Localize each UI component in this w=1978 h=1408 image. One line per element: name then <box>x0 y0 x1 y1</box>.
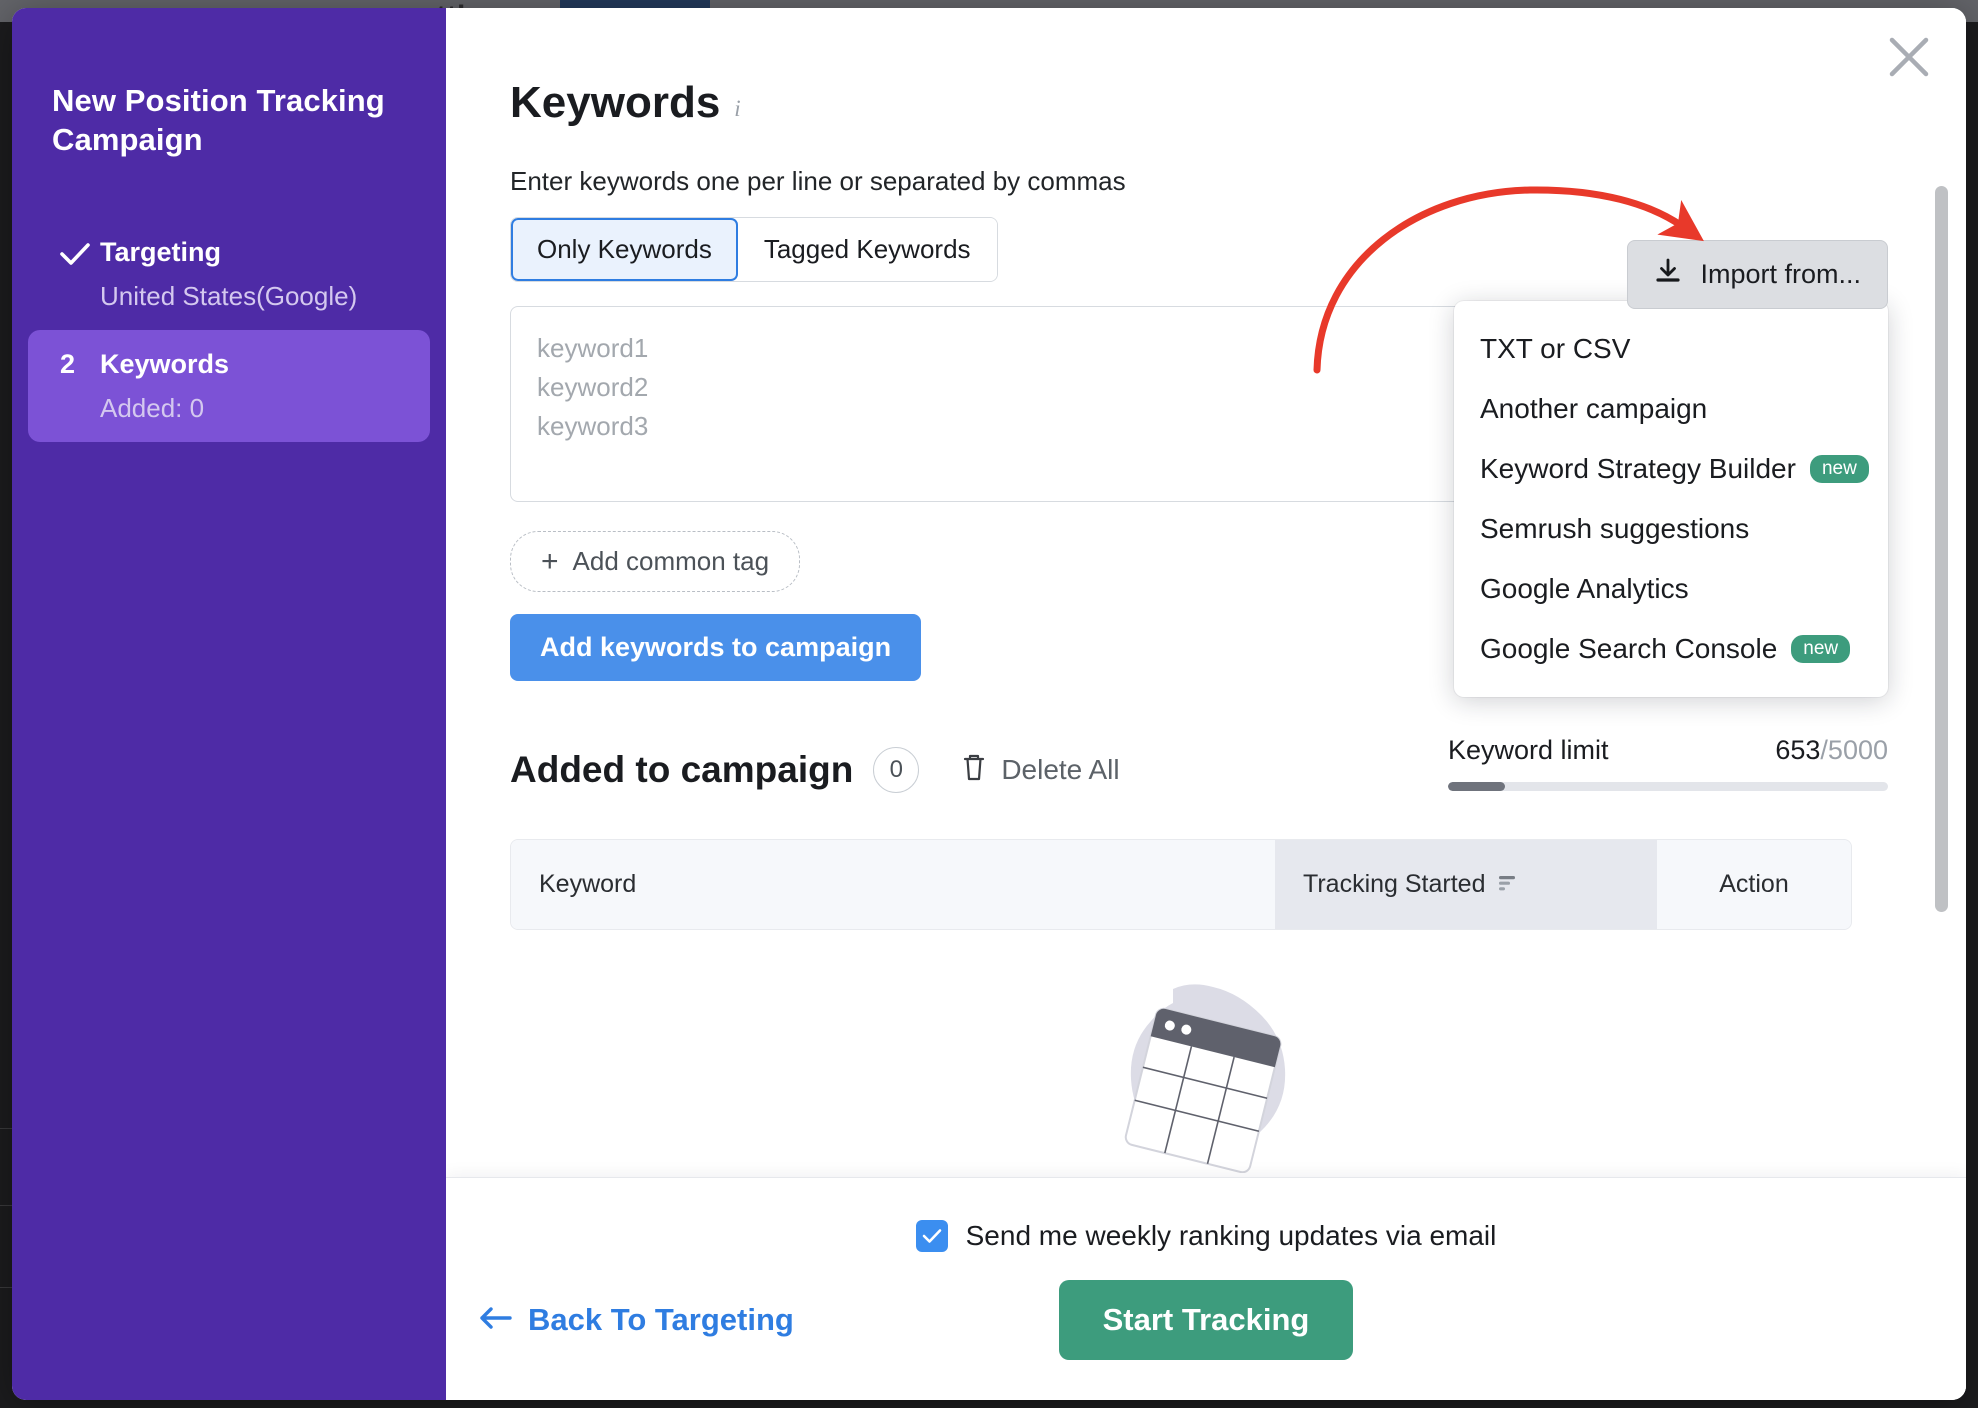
add-common-tag-button[interactable]: + Add common tag <box>510 531 801 592</box>
menu-item-label: TXT or CSV <box>1480 333 1631 364</box>
menu-item-label: Google Search Console <box>1480 633 1778 664</box>
keyword-limit-separator: / <box>1820 735 1828 765</box>
add-common-tag-label: Add common tag <box>572 546 770 576</box>
back-to-targeting-label: Back To Targeting <box>528 1302 794 1337</box>
sidebar-step-targeting-sub: United States(Google) <box>100 280 358 311</box>
keyword-limit-value: 653/5000 <box>1775 735 1888 766</box>
content-scrollbar-thumb[interactable] <box>1935 186 1948 912</box>
keyword-limit: Keyword limit 653/5000 <box>1448 735 1888 791</box>
menu-item-another-campaign[interactable]: Another campaign <box>1454 379 1888 439</box>
keyword-limit-progress-fill <box>1448 782 1506 791</box>
plus-icon: + <box>541 544 559 578</box>
delete-all-button[interactable]: Delete All <box>961 752 1120 789</box>
sidebar-step-number: 2 <box>60 348 76 379</box>
menu-item-txt-or-csv[interactable]: TXT or CSV <box>1454 319 1888 379</box>
tab-tagged-keywords[interactable]: Tagged Keywords <box>737 218 997 281</box>
sidebar-step-keywords-label: Keywords <box>100 348 230 379</box>
back-to-targeting-link[interactable]: Back To Targeting <box>478 1302 794 1338</box>
menu-item-label: Keyword Strategy Builder <box>1480 453 1796 484</box>
sidebar-step-targeting[interactable]: Targeting United States(Google) <box>28 218 430 330</box>
table-header-tracking-started[interactable]: Tracking Started <box>1275 840 1657 929</box>
add-keywords-button[interactable]: Add keywords to campaign <box>510 614 922 681</box>
new-campaign-modal: New Position Tracking Campaign Targeting… <box>12 8 1966 1400</box>
modal-main: Keywords i Enter keywords one per line o… <box>446 8 1966 1400</box>
menu-item-label: Google Analytics <box>1480 573 1689 604</box>
import-from-menu: TXT or CSV Another campaign Keyword Stra… <box>1454 301 1888 697</box>
info-icon[interactable]: i <box>734 96 740 122</box>
menu-item-google-analytics[interactable]: Google Analytics <box>1454 559 1888 619</box>
sidebar-step-keywords[interactable]: 2 Keywords Added: 0 <box>28 329 430 442</box>
menu-item-google-search-console[interactable]: Google Search Console new <box>1454 619 1888 679</box>
keyword-limit-progress-track <box>1448 782 1888 791</box>
keyword-limit-used: 653 <box>1775 735 1821 765</box>
keyword-limit-top: Keyword limit 653/5000 <box>1448 735 1888 766</box>
modal-footer: Send me weekly ranking updates via email… <box>446 1177 1966 1400</box>
start-tracking-button[interactable]: Start Tracking <box>1058 1280 1354 1360</box>
footer-buttons: Back To Targeting Start Tracking <box>446 1280 1966 1360</box>
sidebar-step-targeting-label: Targeting <box>100 236 221 267</box>
delete-all-label: Delete All <box>1001 754 1120 785</box>
download-icon <box>1654 257 1682 292</box>
import-from-button[interactable]: Import from... <box>1627 240 1888 309</box>
keyword-limit-total: 5000 <box>1827 735 1888 765</box>
keywords-table: Keyword Tracking Started Action <box>510 839 1852 930</box>
table-header-tracking-started-label: Tracking Started <box>1303 870 1486 898</box>
keyword-limit-label: Keyword limit <box>1448 735 1609 765</box>
campaign-sidebar: New Position Tracking Campaign Targeting… <box>12 8 446 1400</box>
sidebar-step-keywords-sub: Added: 0 <box>100 392 205 423</box>
page-title-text: Keywords <box>510 78 721 127</box>
table-header-action: Action <box>1657 840 1851 929</box>
email-updates-checkbox[interactable] <box>915 1220 948 1252</box>
email-updates-label: Send me weekly ranking updates via email <box>965 1220 1497 1251</box>
keywords-hint: Enter keywords one per line or separated… <box>510 166 1126 196</box>
trash-icon <box>961 752 987 789</box>
added-count-badge: 0 <box>873 747 920 793</box>
email-updates-row: Send me weekly ranking updates via email <box>446 1178 1966 1252</box>
page-title: Keywords i <box>446 8 1966 128</box>
close-icon[interactable] <box>1882 30 1936 84</box>
sidebar-title: New Position Tracking Campaign <box>52 83 385 157</box>
empty-state-illustration <box>1101 983 1311 1174</box>
added-to-campaign-title: Added to campaign <box>510 749 854 790</box>
sort-icon <box>1497 870 1517 899</box>
import-from-label: Import from... <box>1700 259 1861 289</box>
new-badge: new <box>1791 635 1851 663</box>
menu-item-label: Semrush suggestions <box>1480 513 1750 544</box>
table-header-keyword: Keyword <box>511 840 1275 929</box>
menu-item-keyword-strategy-builder[interactable]: Keyword Strategy Builder new <box>1454 439 1888 499</box>
menu-item-semrush-suggestions[interactable]: Semrush suggestions <box>1454 499 1888 559</box>
tab-only-keywords[interactable]: Only Keywords <box>511 218 738 281</box>
new-badge: new <box>1809 455 1869 483</box>
keyword-mode-toggle: Only Keywords Tagged Keywords <box>510 217 998 282</box>
menu-item-label: Another campaign <box>1480 393 1708 424</box>
arrow-left-icon <box>478 1302 512 1338</box>
check-icon <box>56 232 100 266</box>
content-scrollbar[interactable] <box>1935 186 1948 912</box>
